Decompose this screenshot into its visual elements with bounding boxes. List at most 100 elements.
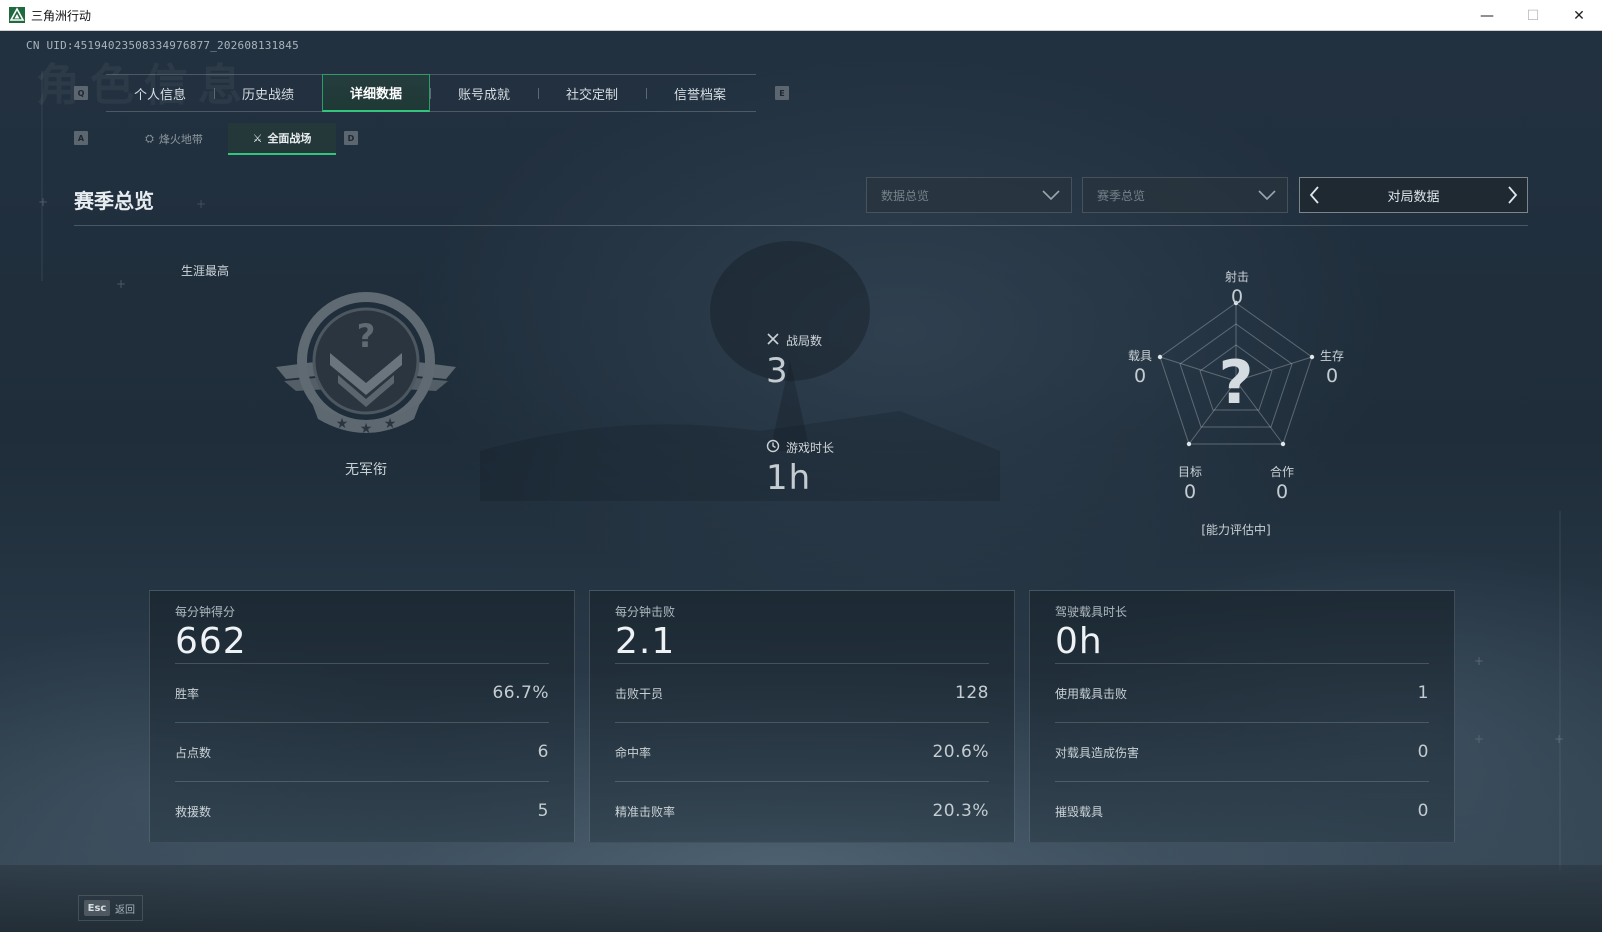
card-title: 每分钟得分 [175,605,236,619]
tab-history[interactable]: 历史战绩 [214,74,322,112]
clock-icon [766,439,780,456]
card-row: 使用载具击败 1 [1055,663,1429,722]
radar-value-cooperation: 0 [1275,481,1289,503]
subtab-battlefield[interactable]: ⚔ 全面战场 [228,123,336,155]
tab-social[interactable]: 社交定制 [538,74,646,112]
row-value: 66.7% [492,683,549,703]
season-dropdown[interactable]: 赛季总览 [1082,177,1288,213]
row-label: 救援数 [175,804,212,819]
keyhint-next-subtab[interactable]: D [344,131,358,145]
radar-value-objective: 0 [1183,481,1197,503]
sub-tab-bar: ⛭ 烽火地带 ⚔ 全面战场 [120,123,336,155]
row-value: 5 [537,801,549,821]
card-title: 每分钟击败 [615,605,676,619]
pager-label: 对局数据 [1387,189,1440,205]
player-uid: CN UID:4519402350833497687​7_20260813184… [26,39,299,52]
row-value: 0 [1417,742,1429,762]
svg-text:?: ? [357,317,376,355]
dropdown-value: 赛季总览 [1097,188,1146,203]
window-title: 三角洲行动 [31,8,92,23]
score-card: 每分钟得分 662 胜率 66.7% 占点数 6 救援数 5 [149,590,575,843]
row-label: 对载具造成伤害 [1055,745,1140,760]
window-titlebar: 三角洲行动 — ☐ ✕ [0,0,1602,31]
row-label: 使用载具击败 [1055,686,1128,701]
radar-status: [能力评估中] [1201,523,1271,537]
section-title: 赛季总览 [74,189,154,213]
section-divider [74,225,1528,226]
playtime-label: 游戏时长 [786,441,835,455]
radar-value-shooting: 0 [1230,286,1244,308]
card-row: 胜率 66.7% [175,663,549,722]
matches-value: 3 [766,351,789,391]
card-row: 救援数 5 [175,781,549,840]
radar-point-cooperation [1280,441,1286,447]
chevron-down-icon [1257,186,1277,207]
keyhint-prev-subtab[interactable]: A [74,131,88,145]
subtab-extraction[interactable]: ⛭ 烽火地带 [120,123,228,155]
row-value: 20.6% [932,742,989,762]
card-row: 精准击败率 20.3% [615,781,989,840]
card-main-value: 0h [1055,621,1103,662]
pager-prev-button[interactable] [1308,185,1322,209]
playtime-value: 1h [766,458,812,498]
radar-label-survival: 生存 [1319,349,1344,363]
chevron-down-icon [1041,186,1061,207]
minimize-button[interactable]: — [1464,0,1510,31]
svg-text:★: ★ [336,416,349,432]
row-label: 精准击败率 [615,804,676,819]
row-value: 0 [1417,801,1429,821]
subtab-battlefield-label: 全面战场 [267,132,312,145]
vehicle-card: 驾驶载具时长 0h 使用载具击败 1 对载具造成伤害 0 摧毁载具 0 [1029,590,1455,843]
radar-point-objective [1186,441,1192,447]
card-row: 击败干员 128 [615,663,989,722]
row-label: 胜率 [175,686,200,701]
data-overview-dropdown[interactable]: 数据总览 [866,177,1072,213]
svg-text:★: ★ [360,421,373,437]
radar-label-shooting: 射击 [1224,270,1249,284]
radar-label-objective: 目标 [1177,465,1202,479]
tab-credit-record[interactable]: 信誉档案 [646,74,754,112]
tab-detailed-data[interactable]: 详细数据 [322,74,430,112]
row-value: 20.3% [932,801,989,821]
keyhint-next-tab[interactable]: E [775,86,789,100]
match-data-pager: 对局数据 [1299,177,1528,213]
svg-text:+: + [1554,732,1564,746]
crossed-swords-icon [766,332,780,349]
radar-value-vehicle: 0 [1133,365,1147,387]
battlefield-icon: ⚔ [252,131,263,145]
card-row: 命中率 20.6% [615,722,989,781]
svg-text:+: + [38,195,48,209]
svg-text:+: + [1474,654,1484,668]
radar-center-question-icon: ? [1219,348,1254,418]
esc-key-hint[interactable]: Esc [84,900,110,916]
svg-text:★: ★ [384,416,397,432]
row-value: 6 [537,742,549,762]
svg-text:+: + [1474,732,1484,746]
row-label: 命中率 [615,745,652,760]
radar-label-vehicle: 载具 [1127,349,1152,363]
pager-next-button[interactable] [1505,185,1519,209]
card-main-value: 2.1 [615,621,676,662]
maximize-button[interactable]: ☐ [1510,0,1556,31]
tab-achievements[interactable]: 账号成就 [430,74,538,112]
card-row: 占点数 6 [175,722,549,781]
back-label[interactable]: 返回 [115,901,135,916]
tab-personal-info[interactable]: 个人信息 [106,74,214,112]
card-title: 驾驶载具时长 [1055,605,1128,619]
main-tab-bar: 个人信息 历史战绩 详细数据 账号成就 社交定制 信誉档案 [106,74,756,112]
rank-emblem-icon: ? ★ ★ ★ [268,291,464,445]
card-row: 对载具造成伤害 0 [1055,722,1429,781]
matches-stat: 战局数 3 [766,332,822,391]
kills-card: 每分钟击败 2.1 击败干员 128 命中率 20.6% 精准击败率 20.3% [589,590,1015,843]
radar-label-cooperation: 合作 [1269,465,1294,479]
subtab-extraction-label: 烽火地带 [158,133,203,146]
card-row: 摧毁载具 0 [1055,781,1429,840]
keyhint-prev-tab[interactable]: Q [74,86,88,100]
dropdown-value: 数据总览 [881,188,930,203]
career-best-label: 生涯最高 [181,264,230,278]
close-button[interactable]: ✕ [1556,0,1602,31]
row-label: 摧毁载具 [1055,804,1104,819]
matches-label: 战局数 [786,334,823,348]
svg-text:+: + [196,197,206,211]
svg-text:+: + [116,277,126,291]
